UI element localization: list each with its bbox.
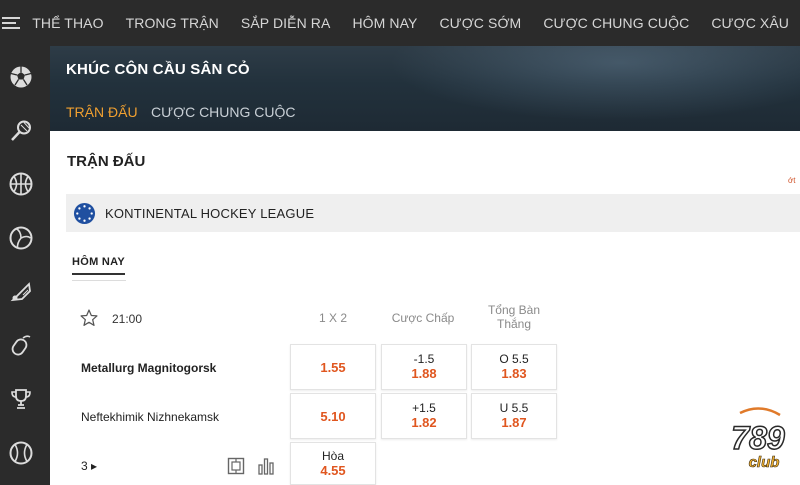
brand-logo: 789 club <box>731 407 786 471</box>
trophy-icon[interactable] <box>8 386 34 412</box>
league-logo-icon <box>73 202 96 224</box>
right-edge-mark: ớt <box>788 176 796 185</box>
sport-sidebar <box>0 46 50 485</box>
home-team-name: Metallurg Magnitogorsk <box>81 361 217 375</box>
brand-logo-sub: club <box>749 454 780 471</box>
nav-item-cuoc-som[interactable]: CƯỢC SỚM <box>428 15 532 31</box>
statistics-icon[interactable] <box>257 457 275 475</box>
column-header-handicap: Cược Chấp <box>391 311 455 325</box>
home-handicap-button[interactable]: -1.5 1.88 <box>381 344 467 390</box>
under-total-line: U 5.5 <box>499 401 529 415</box>
league-name: KONTINENTAL HOCKEY LEAGUE <box>105 205 315 221</box>
home-win-odds: 1.55 <box>320 360 346 375</box>
home-handicap-line: -1.5 <box>413 352 435 366</box>
draw-odds-button[interactable]: Hòa 4.55 <box>290 442 376 485</box>
home-1x2-odds-button[interactable]: 1.55 <box>290 344 376 390</box>
filter-divider <box>72 280 126 281</box>
sport-title: KHÚC CÔN CẦU SÂN CỎ <box>66 61 250 78</box>
under-total-odds: 1.87 <box>501 415 527 430</box>
nav-item-cuoc-chung-cuoc[interactable]: CƯỢC CHUNG CUỘC <box>532 15 700 31</box>
computer-mouse-icon[interactable] <box>8 333 34 359</box>
away-team-name: Neftekhimik Nizhnekamsk <box>81 410 220 424</box>
nav-item-sap-dien-ra[interactable]: SẮP DIỄN RA <box>230 15 342 31</box>
home-handicap-odds: 1.88 <box>411 366 437 381</box>
badminton-racket-icon[interactable] <box>8 118 34 144</box>
basketball-icon[interactable] <box>8 171 34 197</box>
volleyball-icon[interactable] <box>8 225 34 251</box>
league-header[interactable]: KONTINENTAL HOCKEY LEAGUE <box>66 194 800 232</box>
nav-item-trong-tran[interactable]: TRONG TRẬN <box>115 15 230 31</box>
filter-today-tab[interactable]: HÔM NAY <box>72 256 126 275</box>
nav-item-cuoc-xau[interactable]: CƯỢC XÂU <box>700 15 800 31</box>
match-time: 21:00 <box>112 312 143 326</box>
nav-item-hom-nay[interactable]: HÔM NAY <box>341 15 428 31</box>
away-handicap-odds: 1.82 <box>411 415 437 430</box>
over-total-line: O 5.5 <box>499 352 529 366</box>
column-header-total-line2: Thắng <box>496 317 532 331</box>
brand-logo-number: 789 <box>731 420 785 456</box>
banner-background <box>350 46 800 131</box>
sport-category-nav: THỂ THAO TRONG TRẬN SẮP DIỄN RA HÔM NAY … <box>21 0 800 46</box>
shuttlecock-icon[interactable] <box>8 279 34 305</box>
away-handicap-button[interactable]: +1.5 1.82 <box>381 393 467 439</box>
scoreboard-icon[interactable] <box>227 457 245 475</box>
favorite-star-icon[interactable] <box>79 308 99 328</box>
away-win-odds: 5.10 <box>320 409 346 424</box>
soccer-ball-icon[interactable] <box>8 64 34 90</box>
tab-cuoc-chung-cuoc[interactable]: CƯỢC CHUNG CUỘC <box>151 104 296 120</box>
away-handicap-line: +1.5 <box>412 401 436 415</box>
over-total-button[interactable]: O 5.5 1.83 <box>471 344 557 390</box>
nav-item-the-thao[interactable]: THỂ THAO <box>21 15 114 31</box>
page-title: TRẬN ĐẤU <box>67 153 146 170</box>
draw-odds: 4.55 <box>320 463 346 478</box>
away-1x2-odds-button[interactable]: 5.10 <box>290 393 376 439</box>
over-total-odds: 1.83 <box>501 366 527 381</box>
baseball-icon[interactable] <box>8 440 34 466</box>
draw-label: Hòa <box>321 449 344 463</box>
top-navigation-bar: THỂ THAO TRONG TRẬN SẮP DIỄN RA HÔM NAY … <box>0 0 800 46</box>
column-header-total-goals: Tổng Bàn Thắng <box>471 303 557 331</box>
under-total-button[interactable]: U 5.5 1.87 <box>471 393 557 439</box>
hamburger-menu-icon[interactable] <box>0 0 21 46</box>
tab-tran-dau[interactable]: TRẬN ĐẤU <box>66 104 138 120</box>
column-header-1x2: 1 X 2 <box>318 311 348 325</box>
sport-header-banner: KHÚC CÔN CẦU SÂN CỎ TRẬN ĐẤU CƯỢC CHUNG … <box>50 46 800 131</box>
column-header-total-line1: Tổng Bàn <box>487 303 541 317</box>
more-markets-link[interactable]: 3 ▸ <box>81 459 97 473</box>
main-content: KHÚC CÔN CẦU SÂN CỎ TRẬN ĐẤU CƯỢC CHUNG … <box>50 46 800 485</box>
